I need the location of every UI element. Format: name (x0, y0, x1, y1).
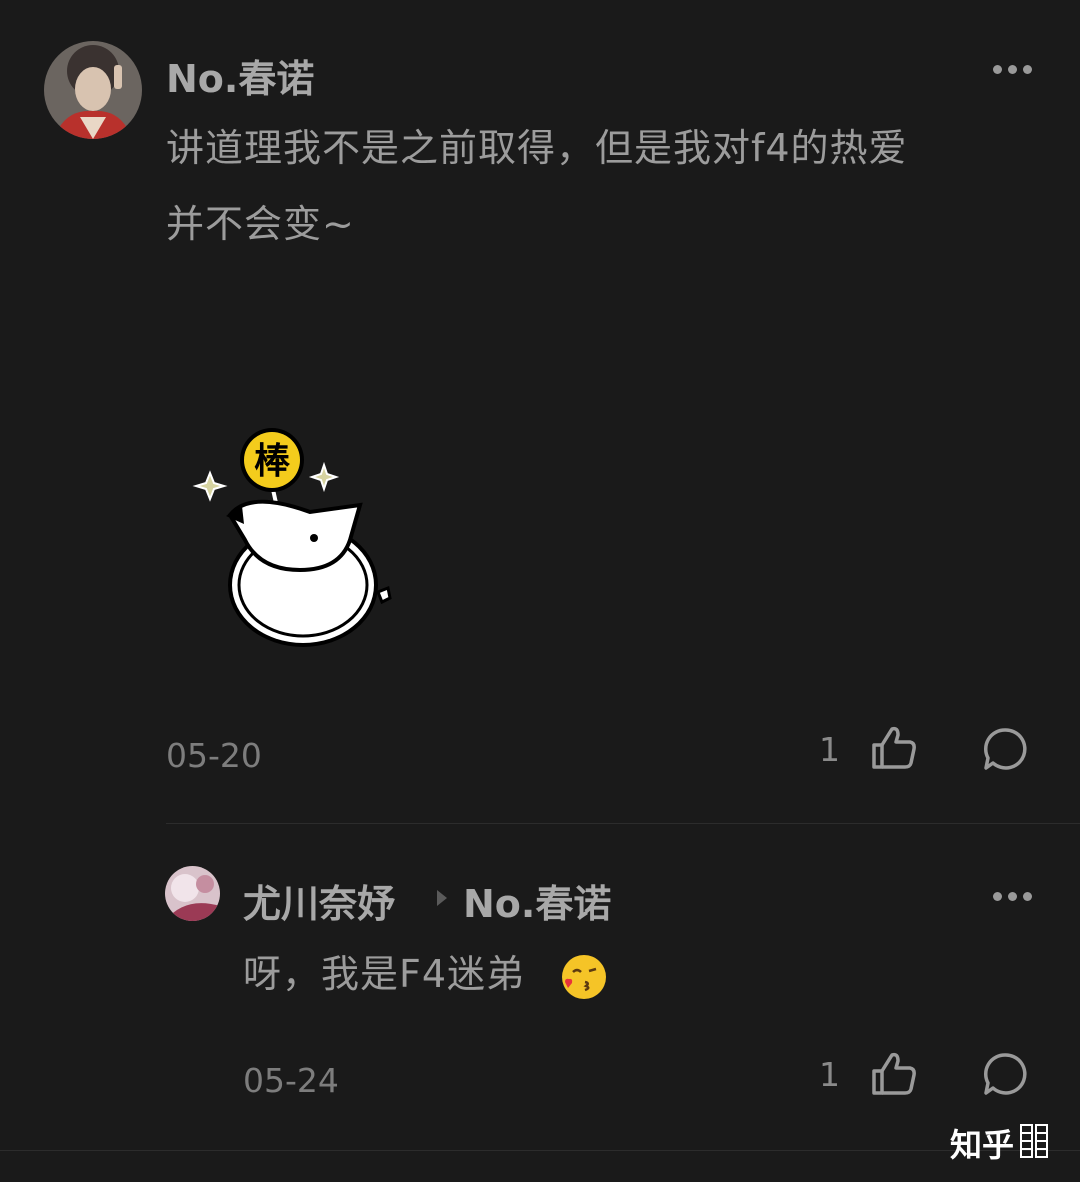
reply-to-name[interactable]: No.春诺 (463, 873, 611, 928)
sticker-image: 棒 (190, 420, 400, 650)
reply-reply-icon[interactable] (982, 1051, 1028, 1097)
comment-author-name[interactable]: No.春诺 (166, 48, 314, 103)
comment-reply-icon[interactable] (982, 726, 1028, 772)
kissing-emoji-icon (559, 952, 609, 1002)
reply-more-icon[interactable] (993, 892, 1032, 901)
reply-author-name[interactable]: 尤川奈妤 (243, 873, 395, 928)
author-avatar[interactable] (44, 41, 142, 139)
reply-like-count: 1 (819, 1055, 840, 1094)
comment-date: 05-20 (166, 736, 262, 775)
watermark-logo-icon (1020, 1124, 1048, 1158)
comment-text-line1: 讲道理我不是之前取得，但是我对f4的热爱 (166, 126, 908, 170)
reply-author-avatar[interactable] (165, 866, 220, 921)
reply-like-icon[interactable] (870, 1051, 918, 1097)
reply-arrow-icon (435, 888, 449, 908)
comment-like-count: 1 (819, 730, 840, 769)
reply-text: 呀，我是F4迷弟 (243, 952, 526, 996)
comment-text-line2: 并不会变~ (166, 202, 355, 246)
comment-like-icon[interactable] (870, 725, 918, 771)
divider (166, 823, 1080, 824)
reply-date: 05-24 (243, 1061, 339, 1100)
sticker-label: 棒 (254, 441, 291, 482)
comment-more-icon[interactable] (993, 65, 1032, 74)
zhihu-watermark: 知乎 (950, 1126, 1015, 1164)
bottom-divider (0, 1150, 1080, 1151)
